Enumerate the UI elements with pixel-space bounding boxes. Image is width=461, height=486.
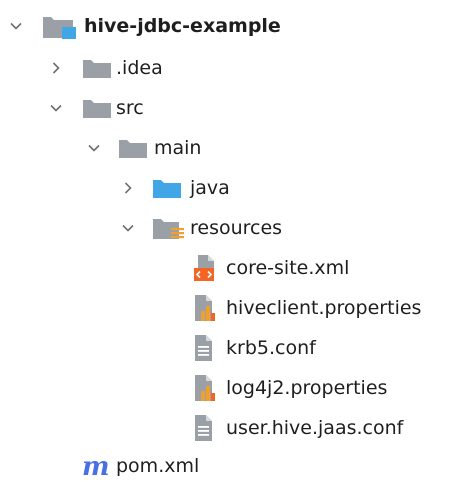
chevron-right-icon[interactable] [120,168,136,208]
tree-item-jaas[interactable]: user.hive.jaas.conf [0,408,461,448]
tree-item-label: main [154,137,202,159]
tree-item-main[interactable]: main [0,128,461,168]
tree-item-label: log4j2.properties [226,377,388,399]
tree-item-idea[interactable]: .idea [0,48,461,88]
xml-file-icon [192,248,218,288]
tree-item-krb5[interactable]: krb5.conf [0,328,461,368]
chevron-right-icon[interactable] [48,48,64,88]
tree-item-label: resources [190,217,283,239]
properties-file-icon [192,368,218,408]
chevron-down-icon[interactable] [120,208,136,248]
tree-item-label: src [116,97,144,119]
tree-item-java[interactable]: java [0,168,461,208]
folder-icon [118,128,148,168]
svg-text:m: m [82,452,110,480]
module-folder-icon [42,6,78,46]
tree-item-core-site[interactable]: core-site.xml [0,248,461,288]
tree-item-label: .idea [116,57,163,79]
folder-icon [82,88,112,128]
chevron-down-icon[interactable] [8,6,24,46]
resources-folder-icon [152,208,186,248]
maven-icon: m [80,446,114,486]
properties-file-icon [192,288,218,328]
tree-item-root[interactable]: hive-jdbc-example [0,6,461,46]
tree-item-src[interactable]: src [0,88,461,128]
tree-item-label: krb5.conf [226,337,316,359]
folder-icon [82,48,112,88]
text-file-icon [192,408,218,448]
source-folder-icon [152,168,182,208]
chevron-down-icon[interactable] [48,88,64,128]
tree-item-label: pom.xml [116,455,200,477]
tree-item-label: hive-jdbc-example [84,15,281,37]
tree-item-hiveclient[interactable]: hiveclient.properties [0,288,461,328]
tree-item-label: java [190,177,230,199]
tree-item-log4j2[interactable]: log4j2.properties [0,368,461,408]
tree-item-label: core-site.xml [226,257,350,279]
text-file-icon [192,328,218,368]
tree-item-label: user.hive.jaas.conf [226,417,404,439]
project-tree: hive-jdbc-example .idea src main java re… [0,0,461,480]
tree-item-label: hiveclient.properties [226,297,422,319]
chevron-down-icon[interactable] [86,128,102,168]
tree-item-pom[interactable]: m pom.xml [0,446,461,486]
tree-item-resources[interactable]: resources [0,208,461,248]
